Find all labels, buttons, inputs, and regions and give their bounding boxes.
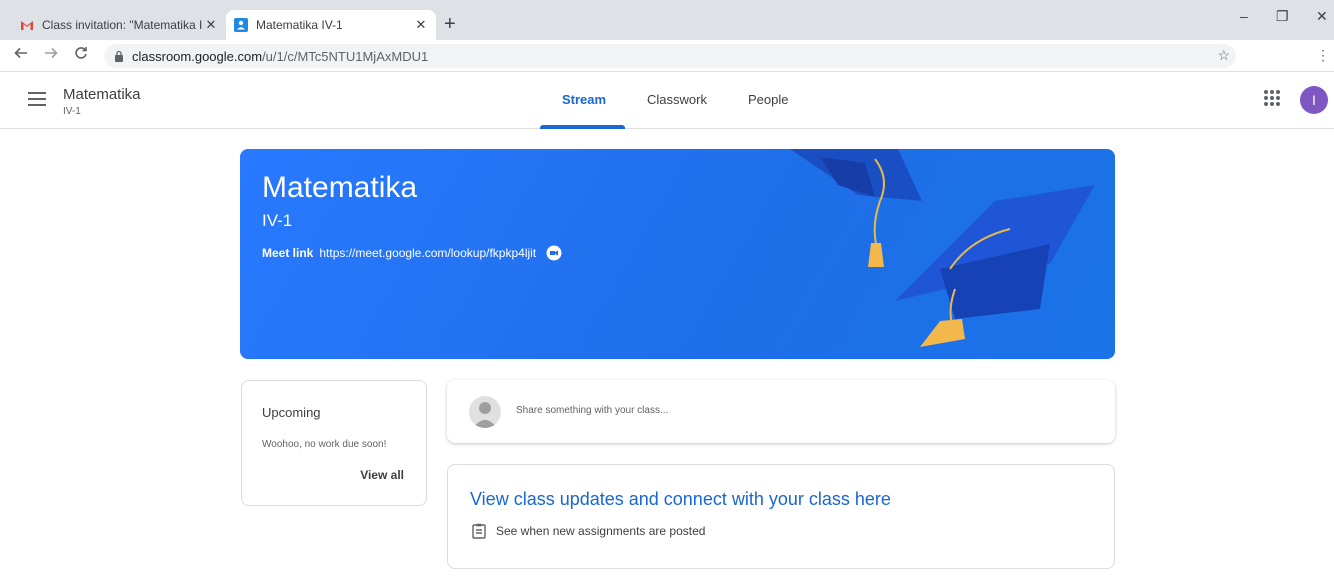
classroom-header: Matematika IV-1 Stream Classwork People … bbox=[0, 72, 1334, 129]
class-banner: Matematika IV-1 Meet link https://meet.g… bbox=[240, 149, 1115, 359]
banner-title[interactable]: Matematika bbox=[262, 171, 417, 205]
assignment-icon bbox=[472, 523, 486, 539]
close-tab-icon[interactable]: ✕ bbox=[412, 17, 430, 33]
reload-icon[interactable] bbox=[74, 46, 88, 60]
banner-section: IV-1 bbox=[262, 211, 293, 230]
tab-classwork[interactable]: Classwork bbox=[647, 92, 707, 107]
class-updates-card: View class updates and connect with your… bbox=[447, 464, 1115, 569]
meet-link-label: Meet link bbox=[262, 246, 314, 260]
upcoming-card: Upcoming Woohoo, no work due soon! View … bbox=[241, 380, 427, 506]
tab-matematika[interactable]: Matematika IV-1 ✕ bbox=[226, 10, 436, 40]
updates-title: View class updates and connect with your… bbox=[470, 489, 891, 509]
class-name[interactable]: Matematika bbox=[63, 86, 141, 103]
close-window-icon[interactable]: ✕ bbox=[1316, 8, 1328, 25]
user-avatar bbox=[469, 396, 501, 428]
classroom-icon bbox=[234, 18, 248, 32]
tab-title: Class invitation: "Matematika IV- bbox=[42, 18, 202, 32]
back-icon[interactable] bbox=[14, 46, 28, 60]
browser-toolbar: classroom.google.com/u/1/c/MTc5NTU1MjAxM… bbox=[0, 40, 1334, 72]
tab-people[interactable]: People bbox=[748, 92, 788, 107]
new-tab-button[interactable]: + bbox=[444, 14, 456, 34]
address-bar[interactable]: classroom.google.com/u/1/c/MTc5NTU1MjAxM… bbox=[104, 44, 1236, 68]
meet-video-icon[interactable] bbox=[546, 245, 562, 261]
browser-window: Class invitation: "Matematika IV- ✕ Mate… bbox=[0, 0, 1334, 586]
google-apps-icon[interactable] bbox=[1264, 90, 1280, 106]
upcoming-title: Upcoming bbox=[262, 405, 321, 420]
updates-item-text: See when new assignments are posted bbox=[496, 524, 706, 538]
account-avatar[interactable]: I bbox=[1300, 86, 1328, 114]
main-menu-icon[interactable] bbox=[28, 92, 46, 106]
meet-link-row: Meet link https://meet.google.com/lookup… bbox=[262, 245, 562, 261]
graduation-caps-illustration bbox=[790, 149, 1095, 347]
forward-icon[interactable] bbox=[44, 46, 58, 60]
bookmark-star-icon[interactable]: ☆ bbox=[1217, 47, 1230, 64]
updates-item: See when new assignments are posted bbox=[472, 523, 705, 539]
class-section: IV-1 bbox=[63, 106, 81, 117]
share-placeholder: Share something with your class... bbox=[516, 405, 669, 416]
tab-class-invitation[interactable]: Class invitation: "Matematika IV- ✕ bbox=[20, 10, 226, 40]
gmail-icon bbox=[21, 21, 33, 30]
view-all-link[interactable]: View all bbox=[360, 468, 404, 482]
tab-title: Matematika IV-1 bbox=[256, 18, 343, 32]
close-tab-icon[interactable]: ✕ bbox=[202, 17, 220, 33]
minimize-icon[interactable]: – bbox=[1240, 8, 1248, 24]
upcoming-message: Woohoo, no work due soon! bbox=[262, 439, 387, 450]
stream-page: Matematika IV-1 Meet link https://meet.g… bbox=[0, 129, 1334, 586]
share-box[interactable]: Share something with your class... bbox=[447, 380, 1115, 443]
maximize-icon[interactable]: ❐ bbox=[1276, 8, 1289, 25]
url-path: /u/1/c/MTc5NTU1MjAxMDU1 bbox=[262, 48, 429, 64]
tab-stream[interactable]: Stream bbox=[562, 92, 606, 107]
url-host: classroom.google.com bbox=[132, 48, 263, 64]
lock-icon bbox=[115, 50, 123, 62]
meet-link-url[interactable]: https://meet.google.com/lookup/fkpkp4lji… bbox=[319, 246, 536, 260]
more-menu-icon[interactable]: ⋮ bbox=[1316, 47, 1330, 64]
tab-strip: Class invitation: "Matematika IV- ✕ Mate… bbox=[0, 0, 1334, 40]
person-icon bbox=[473, 402, 497, 428]
